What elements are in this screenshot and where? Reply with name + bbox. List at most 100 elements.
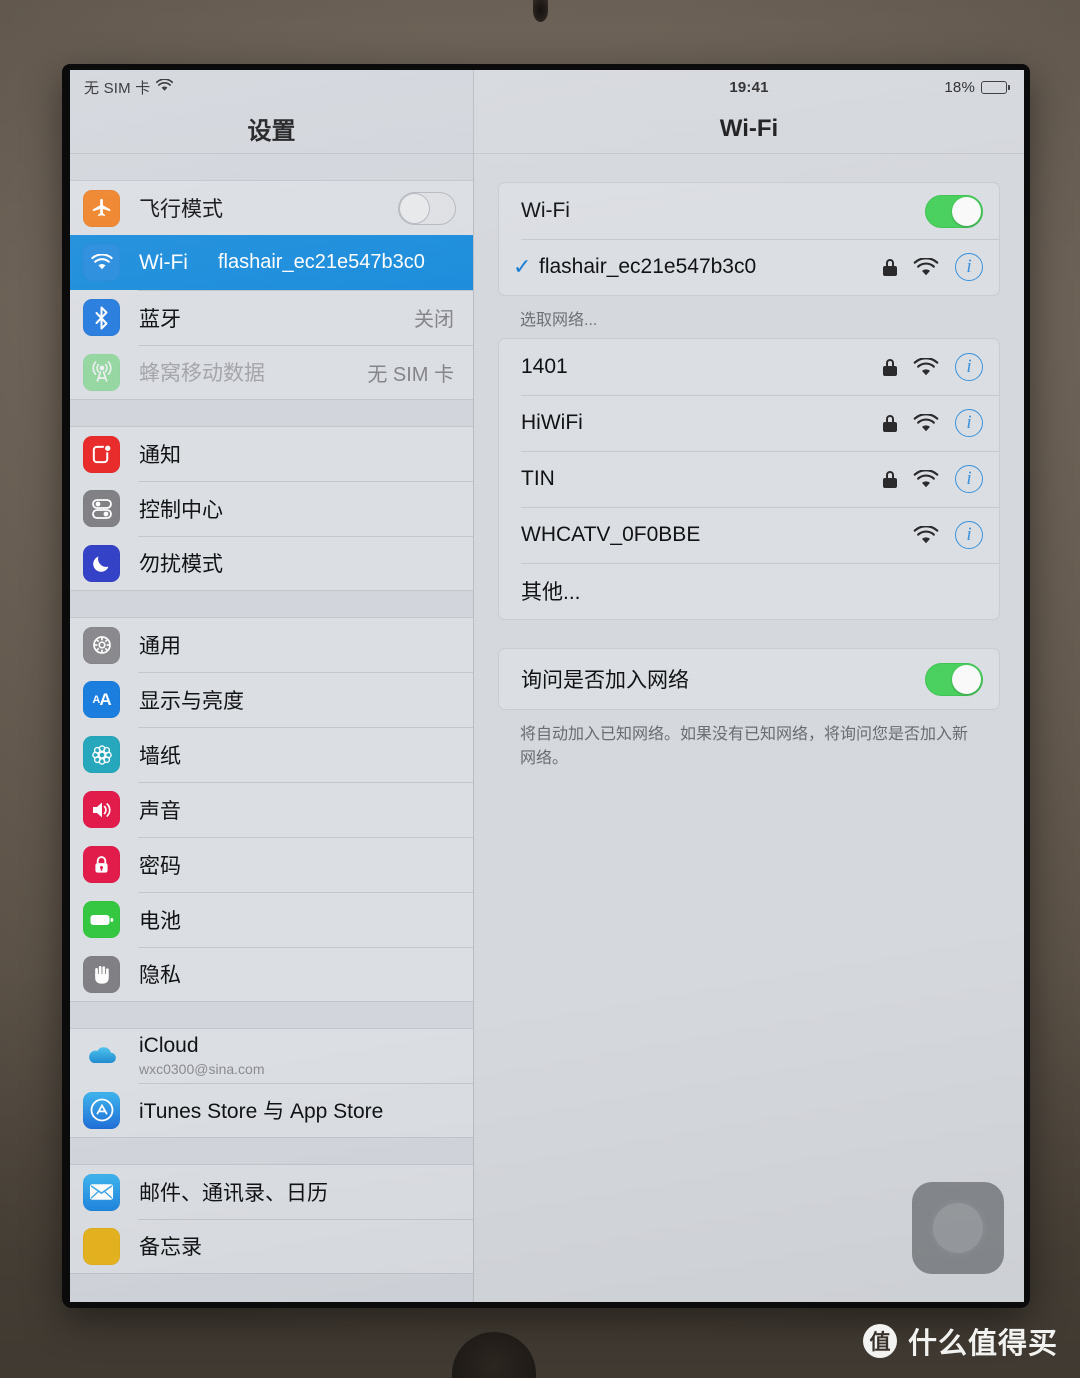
sidebar-item-do-not-disturb[interactable]: 勿扰模式	[70, 536, 473, 591]
sidebar-item-wallpaper[interactable]: 墙纸	[70, 727, 473, 782]
sidebar-item-label: 通知	[139, 444, 181, 467]
page-title: 设置	[247, 118, 296, 145]
sidebar-item-label: 电池	[139, 909, 181, 933]
sidebar-item-itunes-app-store[interactable]: iTunes Store 与 App Store	[70, 1083, 473, 1138]
wifi-toggle-switch[interactable]	[925, 194, 983, 228]
lock-icon	[883, 258, 897, 276]
watermark-badge: 值	[862, 1324, 897, 1358]
switch-knob	[400, 193, 429, 223]
row-accessories: i	[883, 409, 983, 437]
sidebar-item-bluetooth[interactable]: 蓝牙 关闭	[70, 290, 473, 345]
status-bar-left: 无 SIM 卡	[70, 70, 473, 104]
sidebar-item-cellular[interactable]: 蜂窝移动数据 无 SIM 卡	[70, 345, 473, 400]
passcode-lock-icon	[83, 846, 120, 883]
watermark: 值 什么值得买	[862, 1320, 1058, 1362]
sidebar-item-label: 邮件、通讯录、日历	[139, 1182, 328, 1205]
airplane-mode-switch[interactable]	[398, 191, 456, 225]
icloud-account-email: wxc0300@sina.com	[139, 1060, 265, 1077]
app-store-icon	[83, 1091, 120, 1129]
network-row[interactable]: 1401 i	[499, 339, 999, 395]
wifi-status-card: Wi-Fi ✓ flashair_ec21e547b3c0 i	[498, 182, 1000, 296]
sidebar-item-notes[interactable]: 备忘录	[70, 1219, 473, 1274]
info-icon[interactable]: i	[955, 409, 983, 437]
sidebar-item-sounds[interactable]: 声音	[70, 782, 473, 837]
sidebar-item-label: iCloud	[139, 1033, 199, 1057]
sidebar-item-wifi[interactable]: Wi-Fi flashair_ec21e547b3c0	[70, 235, 473, 290]
network-ssid: TIN	[521, 467, 555, 490]
front-camera-dot	[533, 0, 548, 22]
wallpaper-icon	[83, 736, 120, 773]
info-icon[interactable]: i	[955, 353, 983, 381]
network-row[interactable]: TIN i	[499, 451, 999, 507]
info-icon[interactable]: i	[955, 521, 983, 549]
sidebar-item-label: 蓝牙	[139, 307, 181, 331]
sidebar-item-icloud[interactable]: iCloud wxc0300@sina.com	[70, 1028, 473, 1083]
sidebar-item-label: 备忘录	[139, 1236, 202, 1259]
sidebar-item-privacy[interactable]: 隐私	[70, 947, 473, 1002]
row-accessories: i	[883, 353, 983, 381]
wifi-toggle-row[interactable]: Wi-Fi	[499, 183, 999, 239]
assistive-touch-button[interactable]	[912, 1182, 1004, 1274]
sidebar-item-notifications[interactable]: 通知	[70, 426, 473, 481]
network-row[interactable]: WHCATV_0F0BBE i	[499, 507, 999, 563]
assistive-touch-inner-circle	[933, 1203, 983, 1253]
status-bar-clock: 19:41	[729, 78, 769, 96]
checkmark-icon: ✓	[513, 254, 532, 279]
bluetooth-icon	[83, 299, 120, 336]
network-ssid: WHCATV_0F0BBE	[521, 523, 701, 546]
network-row[interactable]: HiWiFi i	[499, 395, 999, 451]
switch-knob	[952, 664, 981, 694]
sidebar-item-airplane-mode[interactable]: 飞行模式	[70, 180, 473, 235]
settings-group-notifications: 通知 控制中心 勿扰模式	[70, 426, 473, 591]
other-network-row[interactable]: 其他...	[499, 563, 999, 619]
lock-icon	[883, 470, 897, 488]
cellular-icon	[83, 353, 120, 391]
settings-sidebar: 无 SIM 卡 设置 飞行模式 Wi-Fi flashair_ec21e547b…	[70, 70, 474, 1302]
wifi-content: Wi-Fi ✓ flashair_ec21e547b3c0 i 选取网络... …	[474, 182, 1024, 771]
status-bar-right: 19:41 18%	[474, 70, 1024, 104]
battery-icon	[981, 80, 1010, 94]
settings-group-apps: 邮件、通讯录、日历 备忘录	[70, 1164, 473, 1274]
sidebar-item-display-brightness[interactable]: AA 显示与亮度	[70, 672, 473, 727]
sidebar-item-label: 墙纸	[139, 744, 181, 768]
row-accessories: i	[883, 465, 983, 493]
wifi-page-title: Wi-Fi	[719, 114, 779, 142]
sidebar-item-label: 控制中心	[139, 498, 223, 522]
choose-network-label: 选取网络...	[520, 312, 598, 329]
sidebar-title-bar: 设置	[70, 104, 473, 154]
sidebar-item-general[interactable]: 通用	[70, 617, 473, 672]
ask-to-join-row[interactable]: 询问是否加入网络	[499, 649, 999, 709]
control-center-icon	[83, 490, 120, 527]
sidebar-item-label: 声音	[139, 799, 181, 823]
carrier-label: 无 SIM 卡	[84, 79, 151, 97]
ask-to-join-card: 询问是否加入网络	[498, 648, 1000, 710]
sidebar-item-label: 飞行模式	[139, 198, 223, 221]
connected-network-ssid: flashair_ec21e547b3c0	[539, 255, 757, 278]
sidebar-item-label: 隐私	[139, 964, 181, 987]
info-icon[interactable]: i	[955, 253, 983, 281]
settings-list[interactable]: 飞行模式 Wi-Fi flashair_ec21e547b3c0 蓝牙 关闭 蜂…	[70, 154, 473, 1302]
wifi-icon	[83, 244, 120, 281]
info-icon[interactable]: i	[955, 465, 983, 493]
icloud-icon	[83, 1038, 120, 1075]
wifi-signal-icon	[913, 524, 939, 545]
battery-icon	[83, 901, 120, 938]
sidebar-item-control-center[interactable]: 控制中心	[70, 481, 473, 536]
watermark-text: 什么值得买	[907, 1328, 1058, 1360]
battery-percent-label: 18%	[944, 78, 975, 96]
sidebar-item-battery[interactable]: 电池	[70, 892, 473, 947]
wifi-icon	[156, 77, 174, 96]
connected-network-row[interactable]: ✓ flashair_ec21e547b3c0 i	[499, 239, 999, 295]
sidebar-item-value: 关闭	[414, 309, 454, 331]
privacy-hand-icon	[83, 955, 120, 993]
wifi-title-bar: Wi-Fi	[474, 104, 1024, 154]
sidebar-item-label: 密码	[139, 854, 181, 878]
sidebar-item-passcode[interactable]: 密码	[70, 837, 473, 892]
sidebar-item-mail-contacts-calendars[interactable]: 邮件、通讯录、日历	[70, 1164, 473, 1219]
ask-to-join-switch[interactable]	[925, 662, 983, 696]
notes-icon	[83, 1227, 120, 1265]
gear-icon	[83, 626, 120, 664]
wifi-signal-icon	[913, 412, 939, 433]
sidebar-item-label: iTunes Store 与 App Store	[139, 1100, 384, 1123]
settings-group-accounts: iCloud wxc0300@sina.com iTunes Store 与 A…	[70, 1028, 473, 1138]
